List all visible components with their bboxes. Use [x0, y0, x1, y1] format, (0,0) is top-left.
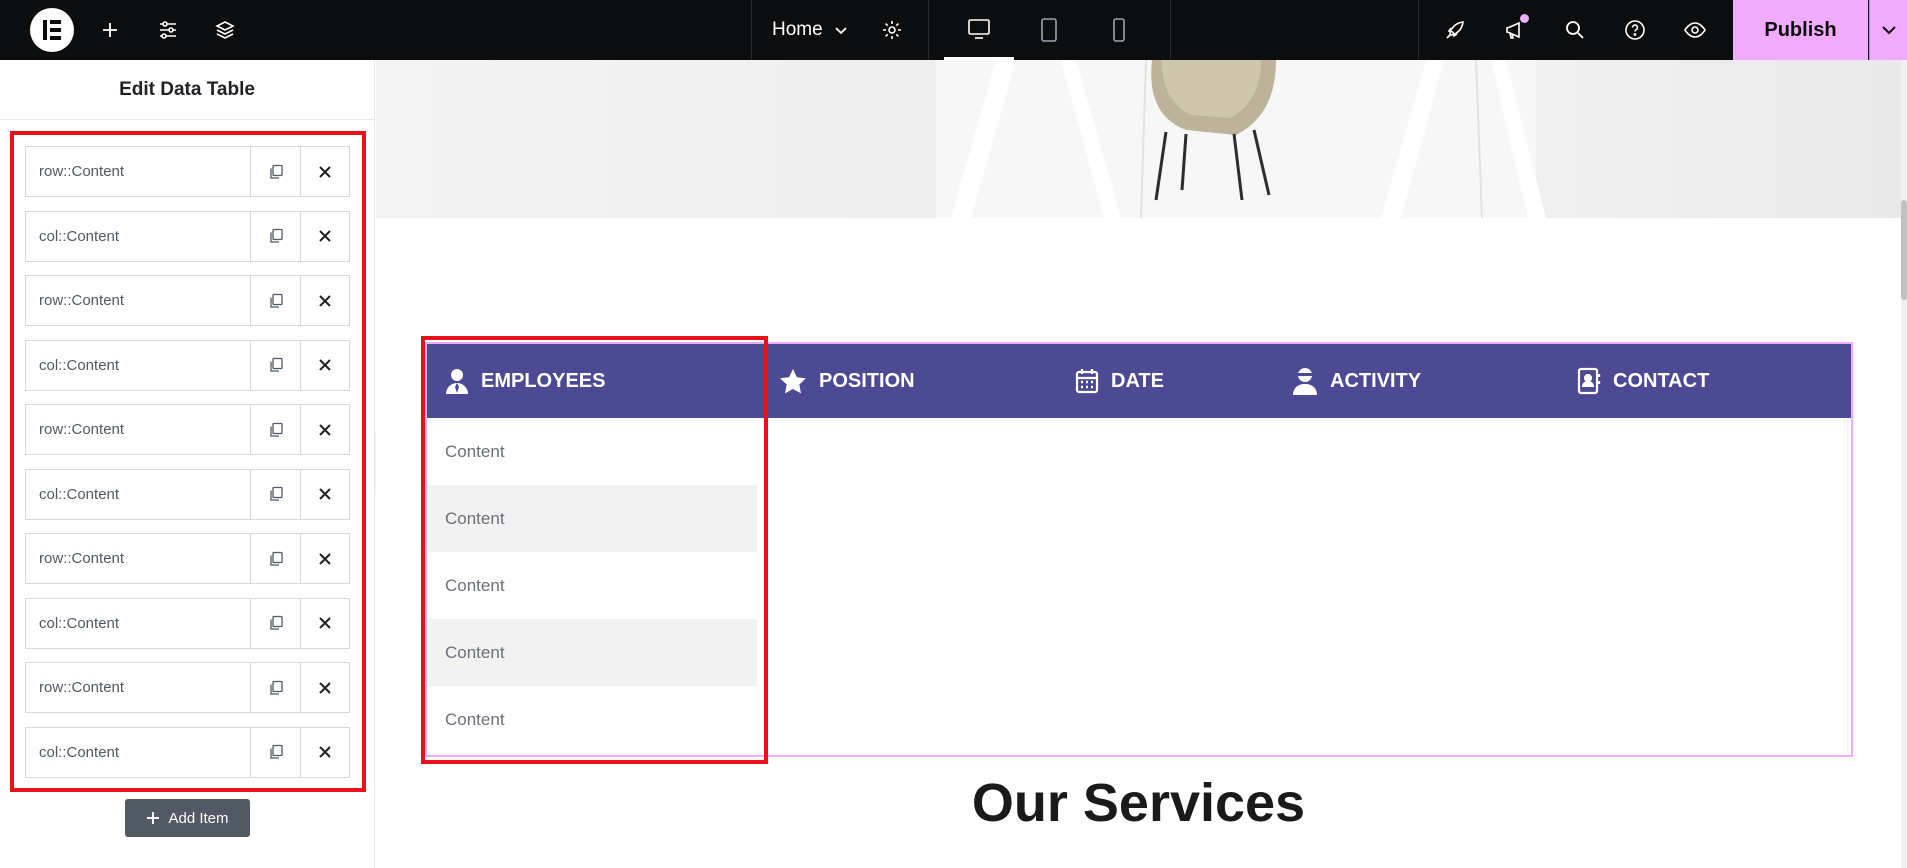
page-settings-gear-icon[interactable]	[872, 10, 912, 50]
repeater-item-title[interactable]: col::Content	[26, 211, 251, 261]
remove-close-icon[interactable]	[300, 727, 349, 777]
page-name: Home	[772, 19, 823, 40]
repeater-item-title[interactable]: row::Content	[26, 276, 251, 325]
duplicate-icon[interactable]	[251, 534, 300, 583]
remove-close-icon[interactable]	[300, 211, 349, 261]
table-header-label: CONTACT	[1613, 369, 1710, 392]
tablet-view-icon[interactable]	[1014, 0, 1084, 60]
table-header-label: EMPLOYEES	[481, 369, 606, 392]
table-cell: Content	[445, 709, 505, 729]
duplicate-icon[interactable]	[251, 341, 300, 390]
remove-close-icon[interactable]	[300, 276, 349, 325]
plus-icon	[147, 812, 160, 824]
structure-layers-icon[interactable]	[205, 10, 245, 50]
table-header-employees[interactable]: EMPLOYEES	[445, 344, 605, 418]
mobile-view-icon[interactable]	[1084, 0, 1154, 60]
table-header-label: DATE	[1111, 369, 1164, 392]
editor-panel: Edit Data Table row::Content col::Content…	[0, 60, 375, 868]
remove-close-icon[interactable]	[300, 598, 349, 648]
repeater-item[interactable]: col::Content	[25, 468, 350, 520]
add-item-button[interactable]: Add Item	[125, 799, 250, 837]
duplicate-icon[interactable]	[251, 276, 300, 325]
table-header-label: ACTIVITY	[1330, 369, 1422, 392]
address-book-icon	[1577, 367, 1601, 395]
table-header-position[interactable]: POSITION	[779, 344, 915, 418]
canvas-scrollbar[interactable]	[1901, 60, 1907, 868]
help-icon[interactable]	[1615, 10, 1655, 50]
repeater-item-title[interactable]: row::Content	[26, 405, 251, 454]
table-cell: Content	[445, 441, 505, 461]
data-table[interactable]: EMPLOYEES POSITION DATE ACTIVITY CONTACT…	[425, 342, 1853, 757]
chevron-down-icon	[835, 27, 847, 35]
add-item-label: Add Item	[168, 809, 229, 827]
table-cell: Content	[427, 485, 757, 552]
remove-close-icon[interactable]	[300, 534, 349, 583]
remove-close-icon[interactable]	[300, 469, 349, 519]
calendar-icon	[1075, 369, 1099, 394]
desktop-view-icon[interactable]	[944, 0, 1014, 60]
table-header-label: POSITION	[819, 369, 915, 392]
user-tie-icon	[446, 369, 468, 394]
table-cell: Content	[427, 619, 757, 686]
duplicate-icon[interactable]	[251, 728, 300, 777]
user-activity-icon	[1293, 368, 1317, 395]
repeater-item[interactable]: row::Content	[25, 275, 350, 326]
duplicate-icon[interactable]	[251, 405, 300, 454]
publish-options-chevron-icon[interactable]	[1869, 0, 1907, 60]
page-selector[interactable]: Home	[752, 0, 849, 60]
search-icon[interactable]	[1555, 10, 1595, 50]
preview-canvas: EMPLOYEES POSITION DATE ACTIVITY CONTACT…	[376, 60, 1907, 868]
repeater-item-title[interactable]: row::Content	[26, 534, 251, 583]
repeater-item[interactable]: row::Content	[25, 146, 350, 197]
repeater-item-title[interactable]: col::Content	[26, 598, 251, 648]
editor-topbar: Home Publish	[0, 0, 1907, 60]
remove-close-icon[interactable]	[300, 147, 349, 196]
section-heading: Our Services	[971, 773, 1306, 833]
repeater-item[interactable]: row::Content	[25, 533, 350, 584]
hero-image	[376, 60, 1901, 218]
repeater-item[interactable]: row::Content	[25, 662, 350, 713]
duplicate-icon[interactable]	[251, 212, 300, 261]
star-icon	[780, 368, 806, 393]
table-header-contact[interactable]: CONTACT	[1577, 344, 1709, 418]
duplicate-icon[interactable]	[251, 147, 300, 196]
preview-eye-icon[interactable]	[1675, 10, 1715, 50]
duplicate-icon[interactable]	[251, 663, 300, 712]
repeater-item[interactable]: col::Content	[25, 597, 350, 649]
repeater-list: row::Content col::Content row::Content col:…	[10, 131, 366, 792]
launchpad-rocket-icon[interactable]	[1435, 10, 1475, 50]
repeater-item-title[interactable]: row::Content	[26, 663, 251, 712]
duplicate-icon[interactable]	[251, 599, 300, 648]
add-element-icon[interactable]	[90, 10, 130, 50]
remove-close-icon[interactable]	[300, 663, 349, 712]
table-header-date[interactable]: DATE	[1075, 344, 1164, 418]
remove-close-icon[interactable]	[300, 405, 349, 454]
notifications-megaphone-icon[interactable]	[1495, 10, 1535, 50]
remove-close-icon[interactable]	[300, 340, 349, 390]
site-settings-icon[interactable]	[148, 10, 188, 50]
table-header-activity[interactable]: ACTIVITY	[1292, 344, 1421, 418]
scrollbar-thumb[interactable]	[1901, 200, 1907, 300]
repeater-item[interactable]: col::Content	[25, 726, 350, 778]
panel-title: Edit Data Table	[0, 60, 374, 120]
repeater-item-title[interactable]: col::Content	[26, 727, 251, 777]
repeater-item[interactable]: row::Content	[25, 404, 350, 455]
repeater-item-title[interactable]: col::Content	[26, 340, 251, 390]
repeater-item-title[interactable]: col::Content	[26, 469, 251, 519]
repeater-item[interactable]: col::Content	[25, 339, 350, 391]
elementor-logo-icon[interactable]	[30, 8, 74, 52]
repeater-item-title[interactable]: row::Content	[26, 147, 251, 196]
publish-button[interactable]: Publish	[1733, 0, 1868, 60]
table-cell: Content	[445, 575, 505, 595]
duplicate-icon[interactable]	[251, 470, 300, 519]
repeater-item[interactable]: col::Content	[25, 210, 350, 262]
table-header-row: EMPLOYEES POSITION DATE ACTIVITY CONTACT	[427, 344, 1851, 418]
